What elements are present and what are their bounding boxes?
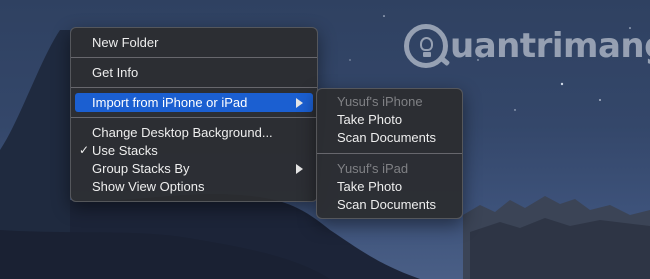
menu-item-label: Change Desktop Background...	[92, 125, 273, 140]
menu-item-label: Use Stacks	[92, 143, 158, 158]
device-name: Yusuf's iPhone	[337, 94, 423, 109]
submenu-arrow-icon	[296, 98, 303, 108]
menu-separator	[71, 117, 317, 118]
menu-item-show-view-options[interactable]: Show View Options	[75, 177, 313, 196]
submenu-item-ipad-scan-documents[interactable]: Scan Documents	[321, 195, 458, 214]
checkmark-icon: ✓	[79, 143, 90, 157]
watermark-logo: uantrimang	[404, 18, 650, 74]
submenu-arrow-icon	[296, 164, 303, 174]
import-submenu: Yusuf's iPhone Take Photo Scan Documents…	[316, 88, 463, 219]
menu-item-group-stacks-by[interactable]: Group Stacks By	[75, 159, 313, 178]
menu-item-label: Import from iPhone or iPad	[92, 95, 248, 110]
device-name: Yusuf's iPad	[337, 161, 409, 176]
submenu-item-iphone-take-photo[interactable]: Take Photo	[321, 110, 458, 129]
menu-item-new-folder[interactable]: New Folder	[75, 33, 313, 52]
watermark-text: uantrimang	[450, 26, 650, 66]
submenu-item-label: Scan Documents	[337, 197, 436, 212]
submenu-item-label: Take Photo	[337, 179, 403, 194]
submenu-separator	[317, 153, 462, 154]
menu-item-label: Get Info	[92, 65, 139, 80]
submenu-item-label: Scan Documents	[337, 130, 436, 145]
menu-item-change-desktop-background[interactable]: Change Desktop Background...	[75, 123, 313, 142]
menu-item-label: Group Stacks By	[92, 161, 190, 176]
submenu-item-label: Take Photo	[337, 112, 403, 127]
menu-item-import-from-iphone-or-ipad[interactable]: Import from iPhone or iPad	[75, 93, 313, 112]
context-menu: New Folder Get Info Import from iPhone o…	[70, 27, 318, 202]
menu-item-label: Show View Options	[92, 179, 205, 194]
menu-item-label: New Folder	[92, 35, 159, 50]
menu-item-use-stacks[interactable]: ✓ Use Stacks	[75, 141, 313, 160]
submenu-item-ipad-take-photo[interactable]: Take Photo	[321, 177, 458, 196]
submenu-item-iphone-scan-documents[interactable]: Scan Documents	[321, 128, 458, 147]
submenu-header-ipad: Yusuf's iPad	[321, 159, 458, 178]
submenu-header-iphone: Yusuf's iPhone	[321, 92, 458, 111]
bulb-icon	[404, 24, 448, 68]
menu-separator	[71, 87, 317, 88]
menu-separator	[71, 57, 317, 58]
menu-item-get-info[interactable]: Get Info	[75, 63, 313, 82]
